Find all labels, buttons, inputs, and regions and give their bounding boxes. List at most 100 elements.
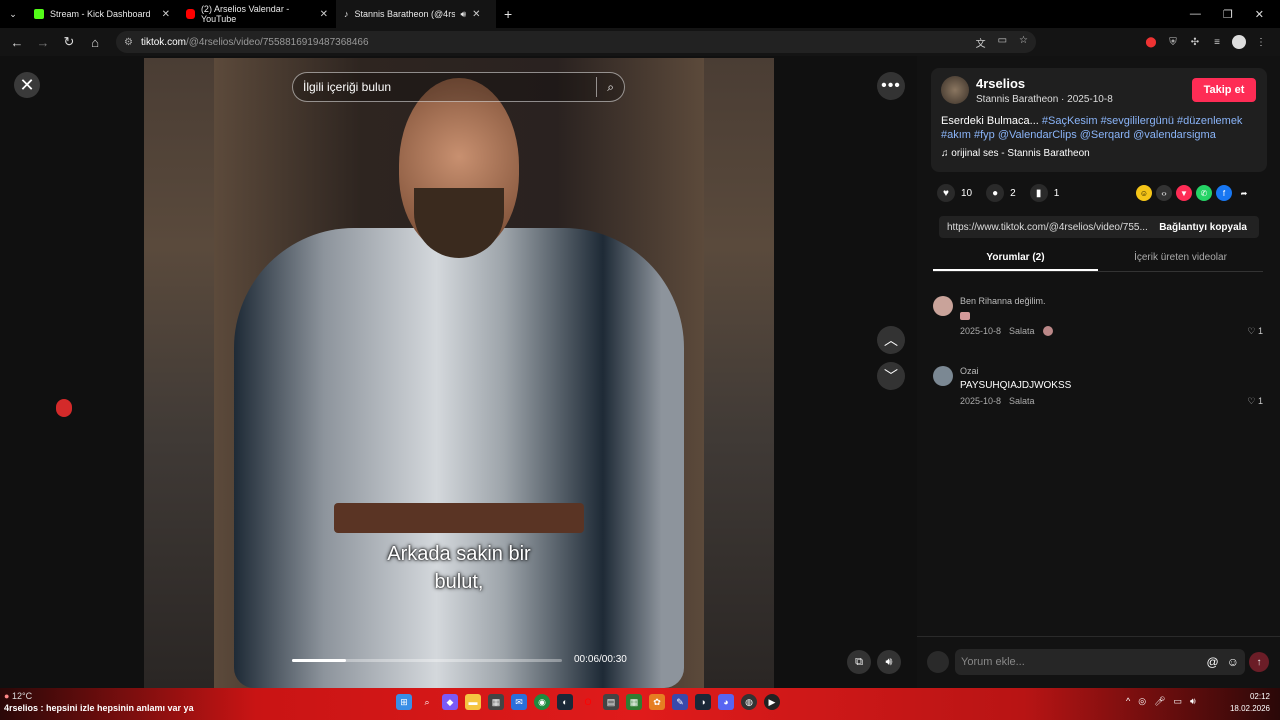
cast-icon[interactable]: ▭ xyxy=(998,35,1007,50)
commenter-avatar[interactable] xyxy=(933,296,953,316)
app-icon-2[interactable]: ▦ xyxy=(626,694,642,710)
site-info-icon[interactable]: ⚙ xyxy=(124,37,133,48)
chrome-icon[interactable]: ◉ xyxy=(534,694,550,710)
app-icon-1[interactable]: ▤ xyxy=(603,694,619,710)
send-comment-button[interactable]: ↑ xyxy=(1249,652,1269,672)
copilot-icon[interactable]: ◆ xyxy=(442,694,458,710)
tiktok-page: ✕ İlgili içeriği bulun ⌕ Arkada sakin bi… xyxy=(0,56,1280,688)
news-widget[interactable]: ● 12°C 4rselios : hepsini izle hepsinin … xyxy=(4,690,194,714)
puzzle-icon[interactable]: ✣ xyxy=(1188,35,1202,49)
save-button[interactable]: ▮ 1 xyxy=(1029,184,1059,202)
related-search-input[interactable]: İlgili içeriği bulun ⌕ xyxy=(292,72,625,102)
maximize-icon[interactable]: ❐ xyxy=(1223,8,1233,21)
comment-tag[interactable]: Salata xyxy=(1009,396,1035,406)
tab-comments[interactable]: Yorumlar (2) xyxy=(933,248,1098,271)
close-icon[interactable]: ✕ xyxy=(162,9,170,20)
comment-tag[interactable]: Salata xyxy=(1009,326,1035,336)
comment-like[interactable]: ♡ 1 xyxy=(1247,396,1263,407)
file-explorer-icon[interactable]: ▬ xyxy=(465,694,481,710)
comment-like[interactable]: ♡ 1 xyxy=(1247,326,1263,337)
media-icon[interactable]: ≡ xyxy=(1210,35,1224,49)
whatsapp-icon[interactable]: ✆ xyxy=(1196,185,1212,201)
embed-icon[interactable]: ‹› xyxy=(1156,185,1172,201)
creator-username[interactable]: 4rselios xyxy=(976,76,1025,91)
emoji-icon[interactable]: ☺ xyxy=(1227,655,1239,669)
back-icon[interactable]: ← xyxy=(6,31,28,53)
steam-icon[interactable]: ◐ xyxy=(557,694,573,710)
comment-input[interactable]: Yorum ekle... @ ☺ xyxy=(955,649,1245,675)
app-icon-3[interactable]: ✿ xyxy=(649,694,665,710)
tab-youtube[interactable]: (2) Arselios Valendar - YouTube ✕ xyxy=(178,0,336,28)
forward-icon[interactable]: → xyxy=(32,31,54,53)
tray-overflow-icon[interactable]: ^ xyxy=(1126,696,1130,707)
tray-app-icon[interactable]: ◎ xyxy=(1138,696,1146,707)
opera-icon[interactable]: O xyxy=(580,694,596,710)
share-arrow-icon[interactable]: ➦ xyxy=(1236,185,1252,201)
comment-like-count: 1 xyxy=(1257,326,1263,336)
display-icon[interactable]: ▭ xyxy=(1174,696,1183,707)
like-count: 10 xyxy=(961,187,973,199)
pinned-apps: ⊞ ⌕ ◆ ▬ ▦ ✉ ◉ ◐ O ▤ ▦ ✿ ✎ ◑ ◕ ◍ ▶ xyxy=(396,694,780,710)
comment-like-count: 1 xyxy=(1257,396,1263,406)
obs-icon[interactable]: ◍ xyxy=(741,694,757,710)
search-icon[interactable]: ⌕ xyxy=(419,694,435,710)
shield-icon[interactable]: ⛨ xyxy=(1166,35,1180,49)
microphone-icon[interactable]: 🎤︎ xyxy=(1154,696,1165,707)
menu-icon[interactable]: ⋮ xyxy=(1254,35,1268,49)
steam-icon[interactable]: ◑ xyxy=(695,694,711,710)
share-link-url[interactable]: https://www.tiktok.com/@4rselios/video/7… xyxy=(939,222,1159,233)
volume-button[interactable]: 🔊︎ xyxy=(877,650,901,674)
discord-icon[interactable]: ◕ xyxy=(718,694,734,710)
facebook-icon[interactable]: f xyxy=(1216,185,1232,201)
speaker-icon[interactable]: 🔊︎ xyxy=(1190,696,1196,707)
windows-start-icon[interactable]: ⊞ xyxy=(396,694,412,710)
star-icon[interactable]: ☆ xyxy=(1019,35,1028,50)
tab-kick[interactable]: Stream - Kick Dashboard ✕ xyxy=(26,0,178,28)
like-button[interactable]: ♥ 10 xyxy=(937,184,972,202)
app-icon-4[interactable]: ✎ xyxy=(672,694,688,710)
tab-tiktok[interactable]: ♪ Stannis Baratheon (@4rseli... 🔊︎ ✕ xyxy=(336,0,496,28)
video-progress-bar[interactable] xyxy=(292,659,562,662)
copy-link-button[interactable]: Bağlantıyı kopyala xyxy=(1159,222,1259,233)
next-video-button[interactable]: ﹀ xyxy=(877,362,905,390)
more-options-button[interactable]: ••• xyxy=(877,72,905,100)
mention-icon[interactable]: @ xyxy=(1207,655,1219,669)
minimize-icon[interactable]: — xyxy=(1190,8,1201,21)
follow-button[interactable]: Takip et xyxy=(1192,78,1256,102)
commenter-name[interactable]: Ben Rihanna değilim. xyxy=(960,296,1046,306)
close-icon[interactable]: ✕ xyxy=(472,9,480,20)
comment-meta: 2025-10-8 Salata xyxy=(960,326,1053,336)
commenter-avatar[interactable] xyxy=(933,366,953,386)
search-divider xyxy=(596,77,598,97)
creator-avatar[interactable] xyxy=(941,76,969,104)
url-field[interactable]: ⚙ tiktok.com/@4rselios/video/75588169194… xyxy=(116,31,1036,53)
tab-creator-videos[interactable]: İçerik üreten videolar xyxy=(1098,248,1263,271)
clock[interactable]: 02:12 18.02.2026 xyxy=(1226,691,1270,715)
extension-red-icon[interactable]: ⬤ xyxy=(1144,35,1158,49)
close-video-button[interactable]: ✕ xyxy=(14,72,40,98)
comment-button[interactable]: ● 2 xyxy=(986,184,1016,202)
close-window-icon[interactable]: ✕ xyxy=(1255,8,1264,21)
media-player-icon[interactable]: ▶ xyxy=(764,694,780,710)
post-actions: ♥ 10 ● 2 ▮ 1 xyxy=(937,184,1059,202)
tab-youtube-label: (2) Arselios Valendar - YouTube xyxy=(200,4,290,24)
reload-icon[interactable]: ↻ xyxy=(58,31,80,53)
music-info[interactable]: ♫ orijinal ses - Stannis Baratheon xyxy=(941,148,1090,159)
audio-icon[interactable]: 🔊︎ xyxy=(461,9,467,20)
mail-icon[interactable]: ✉ xyxy=(511,694,527,710)
tab-list-dropdown[interactable]: ⌄ xyxy=(0,0,26,28)
music-title: orijinal ses - Stannis Baratheon xyxy=(951,148,1090,159)
repost-icon[interactable]: ☺ xyxy=(1136,185,1152,201)
new-tab-button[interactable]: + xyxy=(496,0,520,28)
comment-count: 2 xyxy=(1010,187,1016,199)
store-icon[interactable]: ▦ xyxy=(488,694,504,710)
floating-player-button[interactable]: ⧉ xyxy=(847,650,871,674)
commenter-name[interactable]: Ozai xyxy=(960,366,979,376)
previous-video-button[interactable]: ︿ xyxy=(877,326,905,354)
close-icon[interactable]: ✕ xyxy=(320,9,328,20)
send-icon[interactable]: ▼ xyxy=(1176,185,1192,201)
profile-avatar[interactable] xyxy=(1232,35,1246,49)
translate-icon[interactable]: 文 xyxy=(976,35,986,50)
home-icon[interactable]: ⌂ xyxy=(84,31,106,53)
search-icon[interactable]: ⌕ xyxy=(607,80,614,95)
